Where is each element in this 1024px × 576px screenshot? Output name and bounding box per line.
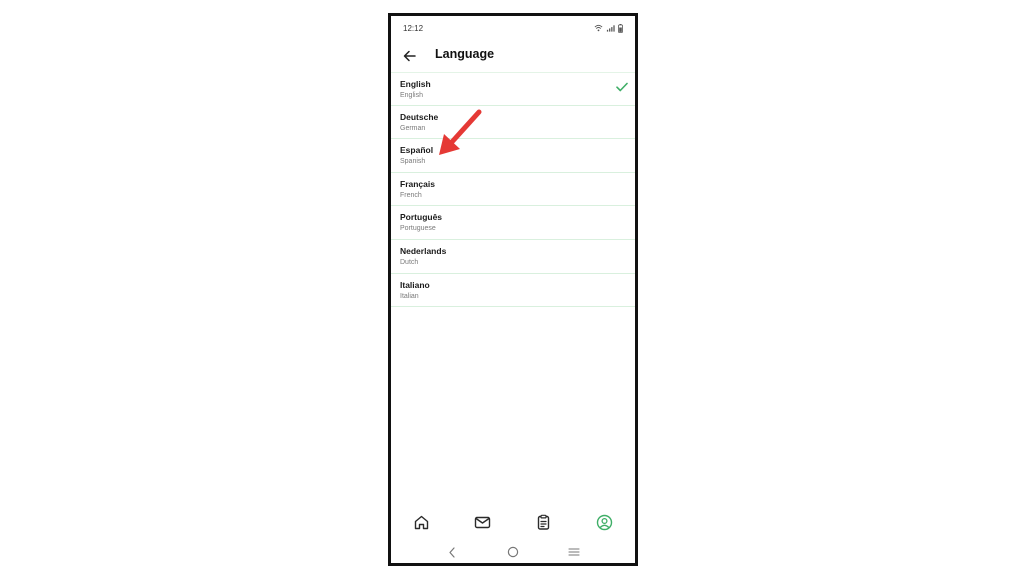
- language-name: Italiano: [400, 279, 430, 290]
- system-navigation-bar: [391, 543, 635, 561]
- page-title: Language: [435, 47, 495, 61]
- home-circle-icon: [507, 546, 519, 558]
- home-icon: [414, 515, 429, 529]
- app-bar: Language: [391, 40, 635, 72]
- back-icon: [449, 546, 455, 558]
- back-button[interactable]: [399, 46, 419, 66]
- nav-profile-button[interactable]: [591, 508, 619, 536]
- clipboard-icon: [537, 514, 550, 530]
- language-name: Português: [400, 212, 443, 223]
- language-subtitle: Dutch: [400, 258, 419, 266]
- language-subtitle: Portuguese: [400, 225, 436, 233]
- language-item-francais[interactable]: Français French: [391, 173, 635, 207]
- language-list: English English Deutsche German Español …: [391, 72, 635, 308]
- language-item-italiano[interactable]: Italiano Italian: [391, 274, 635, 308]
- status-bar: 12:12: [391, 16, 635, 40]
- language-subtitle: French: [400, 191, 422, 199]
- status-time: 12:12: [403, 23, 424, 33]
- language-item-portugues[interactable]: Português Portuguese: [391, 206, 635, 240]
- language-item-nederlands[interactable]: Nederlands Dutch: [391, 240, 635, 274]
- mail-icon: [474, 516, 491, 528]
- nav-home-button[interactable]: [408, 508, 436, 536]
- check-icon: [616, 82, 628, 92]
- language-name: English: [400, 79, 431, 89]
- language-subtitle: Italian: [400, 292, 419, 300]
- bottom-nav: [391, 508, 635, 536]
- annotation-arrow: [439, 109, 482, 155]
- nav-clipboard-button[interactable]: [530, 508, 558, 536]
- language-name: Français: [400, 178, 435, 189]
- signal-icon: [606, 25, 615, 32]
- nav-mail-button[interactable]: [469, 508, 497, 536]
- system-recents-button[interactable]: [562, 543, 586, 561]
- language-item-english[interactable]: English English: [391, 72, 635, 106]
- status-icons: [594, 23, 623, 33]
- system-home-button[interactable]: [501, 543, 525, 561]
- language-item-deutsche[interactable]: Deutsche German: [391, 106, 635, 140]
- language-name: Nederlands: [400, 245, 447, 256]
- arrow-left-icon: [403, 50, 416, 62]
- phone-screen: 12:12 Language English English Deutsche …: [388, 13, 638, 566]
- language-subtitle: English: [400, 92, 423, 99]
- wifi-icon: [594, 24, 603, 32]
- profile-icon: [596, 514, 613, 530]
- battery-icon: [618, 23, 623, 33]
- system-back-button[interactable]: [440, 543, 464, 561]
- language-item-espanol[interactable]: Español Spanish: [391, 139, 635, 173]
- recents-icon: [568, 548, 580, 556]
